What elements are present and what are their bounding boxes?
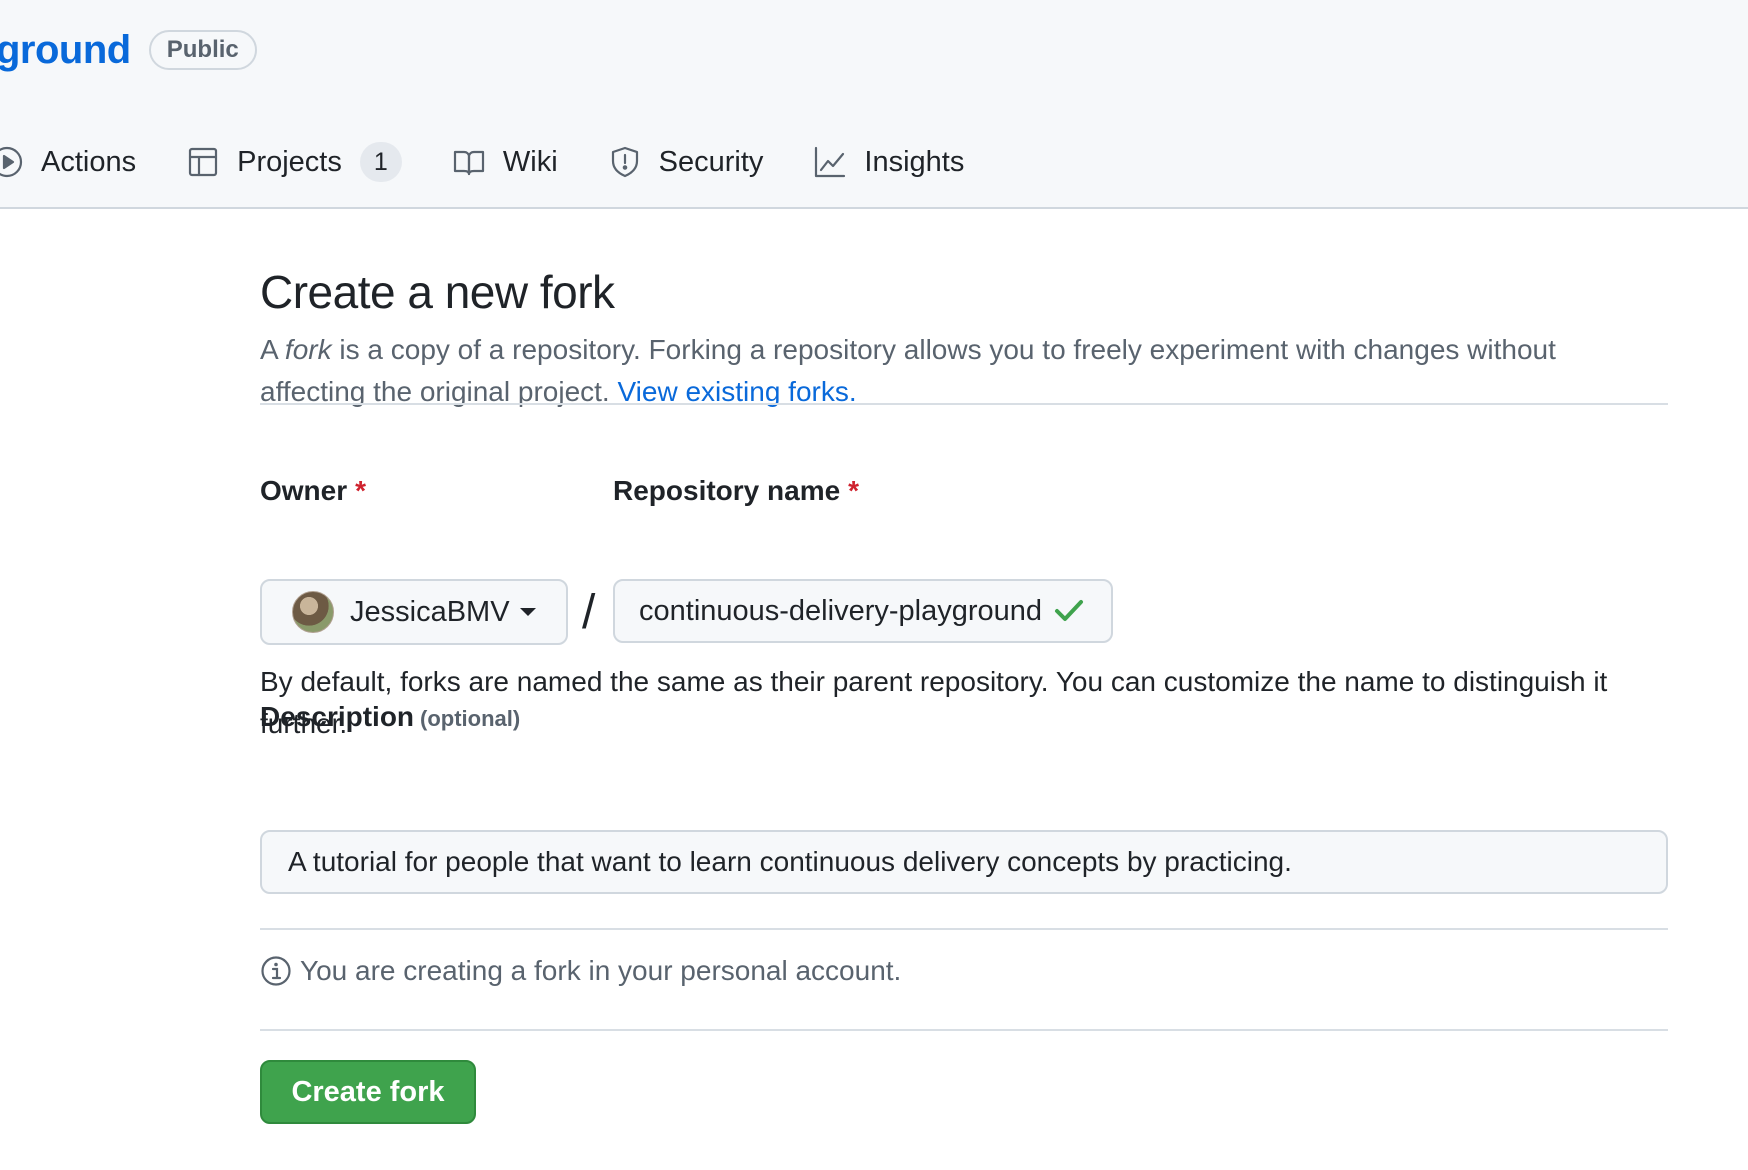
repo-name-label-text: Repository name	[613, 475, 841, 506]
tab-security[interactable]: Security	[608, 145, 764, 179]
tab-insights[interactable]: Insights	[813, 145, 964, 179]
page-intro: A fork is a copy of a repository. Forkin…	[260, 329, 1668, 413]
check-icon	[1055, 600, 1084, 621]
owner-dropdown[interactable]: JessicaBMV	[260, 579, 568, 645]
tab-security-label: Security	[658, 145, 764, 178]
description-label-text: Description	[260, 701, 415, 732]
visibility-badge: Public	[148, 30, 257, 70]
graph-icon	[815, 146, 846, 178]
projects-counter: 1	[359, 142, 402, 182]
description-value: A tutorial for people that want to learn…	[288, 846, 1292, 877]
book-icon	[453, 150, 484, 176]
divider	[260, 1029, 1668, 1031]
table-icon	[189, 147, 218, 177]
avatar	[292, 591, 334, 633]
caret-down-icon	[519, 608, 536, 616]
required-mark: *	[848, 475, 860, 506]
repo-name-label: Repository name *	[613, 475, 859, 507]
owner-repo-separator: /	[582, 586, 596, 639]
tab-wiki[interactable]: Wiki	[452, 145, 558, 179]
repository-name-value: continuous-delivery-playground	[639, 594, 1043, 627]
tab-wiki-label: Wiki	[502, 145, 558, 178]
optional-tag: (optional)	[420, 706, 521, 731]
intro-text: is a copy of a repository. Forking a rep…	[260, 334, 1556, 407]
repository-name-input[interactable]: continuous-delivery-playground	[613, 579, 1113, 643]
tab-actions-label: Actions	[41, 145, 137, 178]
repo-nav: Actions Projects 1 Wiki Security Insight…	[0, 136, 1014, 188]
info-icon	[261, 956, 291, 986]
create-fork-button[interactable]: Create fork	[260, 1060, 476, 1124]
divider	[260, 928, 1668, 930]
repo-title: ground Public	[0, 22, 257, 78]
tab-projects-label: Projects	[237, 145, 342, 178]
description-label: Description (optional)	[260, 701, 520, 733]
divider	[260, 403, 1668, 405]
repo-header: ground Public Actions Projects 1 Wiki Se…	[0, 0, 1748, 209]
info-text: You are creating a fork in your personal…	[300, 955, 902, 986]
tab-projects[interactable]: Projects 1	[186, 142, 402, 182]
tab-insights-label: Insights	[864, 145, 965, 178]
fork-info-notice: You are creating a fork in your personal…	[260, 955, 901, 987]
intro-emphasis: fork	[284, 334, 332, 365]
owner-label: Owner *	[260, 475, 366, 507]
required-mark: *	[355, 475, 367, 506]
shield-icon	[611, 146, 638, 178]
description-input[interactable]: A tutorial for people that want to learn…	[260, 830, 1668, 894]
play-circle-icon	[0, 146, 23, 178]
tab-actions[interactable]: Actions	[0, 145, 136, 179]
owner-label-text: Owner	[260, 475, 348, 506]
page-title: Create a new fork	[260, 266, 615, 318]
owner-name: JessicaBMV	[350, 595, 510, 628]
intro-prefix: A	[260, 334, 285, 365]
repo-name-link[interactable]: ground	[0, 28, 131, 73]
